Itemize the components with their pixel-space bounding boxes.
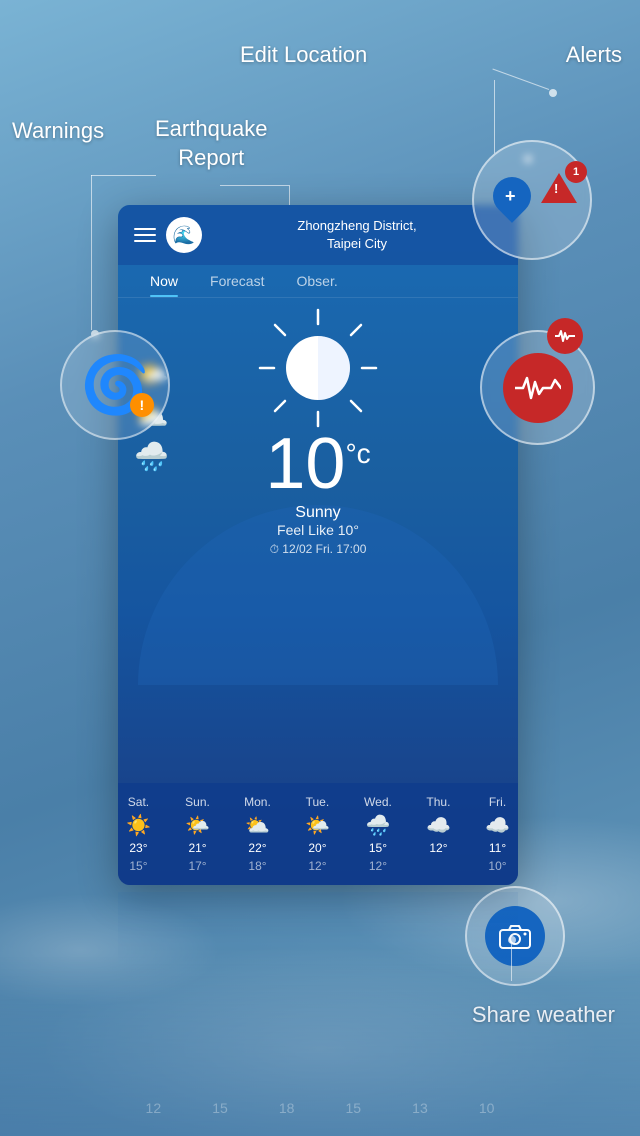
menu-line-2 <box>134 234 156 236</box>
location-line2: Taipei City <box>212 235 502 253</box>
forecast-mon: Mon. ⛅ 22° 18° <box>244 795 271 873</box>
temperature-unit: °c <box>345 438 370 470</box>
datetime-display: ⏱ 12/02 Fri. 17:00 <box>265 542 370 557</box>
location-line1: Zhongzheng District, <box>212 217 502 235</box>
forecast-sat: Sat. ☀️ 23° 15° <box>126 795 151 873</box>
hline-warnings <box>91 175 156 176</box>
location-display: Zhongzheng District, Taipei City <box>212 217 502 253</box>
warnings-circle-button[interactable]: 🌀 ! <box>60 330 170 440</box>
tab-observations[interactable]: Obser. <box>280 265 353 297</box>
feel-like: Feel Like 10° <box>265 522 370 538</box>
app-tabs: Now Forecast Obser. <box>118 265 518 298</box>
hline-earthquake <box>220 185 289 186</box>
alert-count-badge: 1 <box>565 161 587 183</box>
earthquake-circle-button[interactable] <box>480 330 595 445</box>
app-logo: 🌊 <box>166 217 202 253</box>
app-header: 🌊 Zhongzheng District, Taipei City <box>118 205 518 265</box>
small-wave-icon <box>555 329 575 343</box>
triangle-exclaim: ! <box>554 181 558 196</box>
edit-location-icons: + ! 1 <box>487 173 577 228</box>
reflection-numbers: 12 15 18 15 13 10 <box>120 1100 520 1116</box>
edit-location-label: Edit Location <box>240 42 367 68</box>
tab-forecast[interactable]: Forecast <box>194 265 280 297</box>
weather-main-area: 🌤️ ⛅ 🌧️ 10 °c Sunny Feel Like 10° ⏱ 12/0… <box>118 298 518 578</box>
earthquake-label: Earthquake Report <box>155 115 268 172</box>
seismic-wave-icon <box>515 374 561 402</box>
menu-line-3 <box>134 240 156 242</box>
warning-badge: ! <box>130 393 154 417</box>
small-seismic-badge <box>547 318 583 354</box>
warnings-label: Warnings <box>12 118 104 144</box>
weather-description: Sunny <box>265 504 370 522</box>
temperature-display: 10 °c Sunny Feel Like 10° ⏱ 12/02 Fri. 1… <box>265 428 370 557</box>
pin-plus: + <box>505 186 516 207</box>
seismic-circle <box>503 353 573 423</box>
forecast-thu: Thu. ☁️ 12° <box>426 795 451 873</box>
forecast-wed: Wed. 🌧️ 15° 12° <box>364 795 392 873</box>
dot-alerts <box>549 89 557 97</box>
forecast-sun: Sun. 🌤️ 21° 17° <box>185 795 210 873</box>
forecast-bar: Sat. ☀️ 23° 15° Sun. 🌤️ 21° 17° Mon. ⛅ 2… <box>118 783 518 885</box>
forecast-fri: Fri. ☁️ 11° 10° <box>485 795 510 873</box>
hurricane-container: 🌀 ! <box>80 357 150 413</box>
alert-triangle-container: ! 1 <box>541 173 577 203</box>
tab-now[interactable]: Now <box>134 265 194 297</box>
forecast-tue: Tue. 🌤️ 20° 12° <box>305 795 330 873</box>
edit-location-circle-button[interactable]: + ! 1 <box>472 140 592 260</box>
vline-edit-location <box>494 80 495 155</box>
menu-line-1 <box>134 228 156 230</box>
vline-warnings <box>91 175 92 330</box>
app-container: 🌊 Zhongzheng District, Taipei City Now F… <box>118 205 518 885</box>
sun-icon <box>258 308 378 433</box>
logo-icon: 🌊 <box>173 225 195 246</box>
forecast-days: Sat. ☀️ 23° 15° Sun. 🌤️ 21° 17° Mon. ⛅ 2… <box>126 795 510 873</box>
line-alerts <box>492 69 549 90</box>
location-pin: + <box>487 173 537 228</box>
temperature-value: 10 <box>265 428 345 500</box>
menu-button[interactable] <box>134 228 156 242</box>
side-icon-3: 🌧️ <box>134 440 169 473</box>
alerts-label: Alerts <box>566 42 622 68</box>
reflected-app <box>118 892 518 972</box>
earthquake-text: Earthquake Report <box>155 116 268 170</box>
